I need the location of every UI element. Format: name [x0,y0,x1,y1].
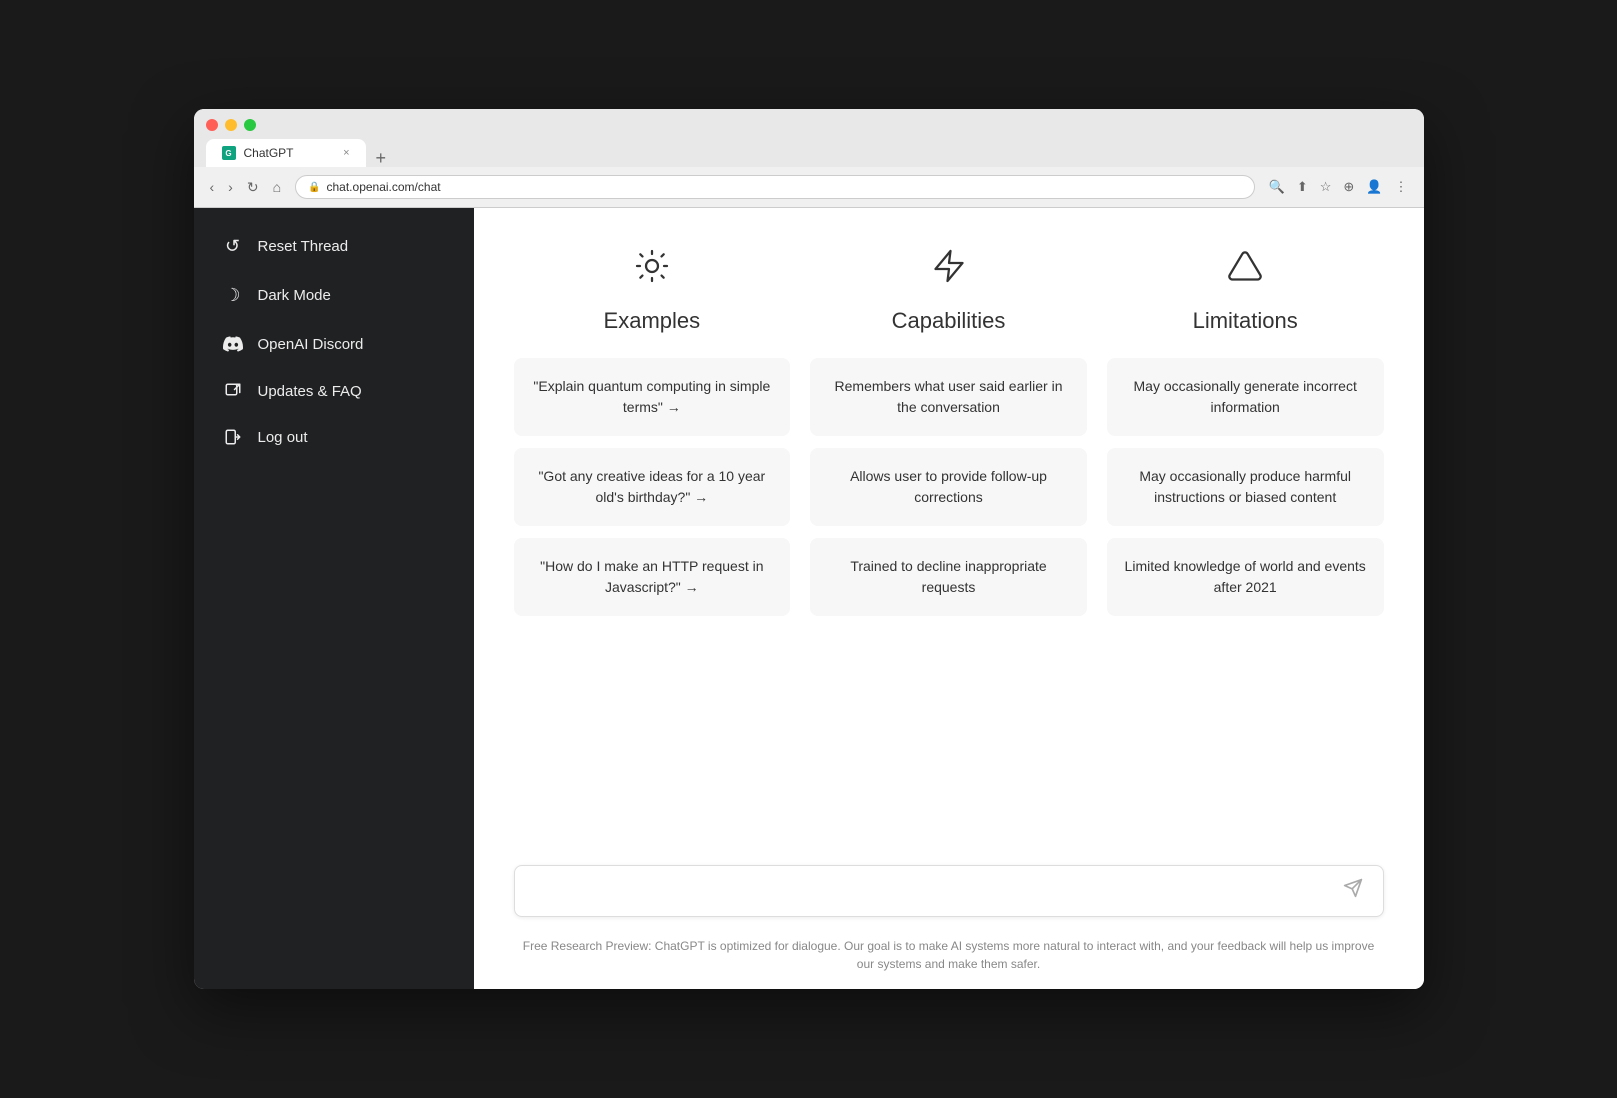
input-area [474,865,1424,927]
footer-text: Free Research Preview: ChatGPT is optimi… [474,927,1424,989]
sidebar-label-discord: OpenAI Discord [258,336,364,353]
profile-button[interactable]: 👤 [1362,177,1386,197]
sidebar-label-logout: Log out [258,429,308,446]
url-bar-container: ‹ › ↻ ⌂ 🔒 chat.openai.com/chat 🔍 ⬆ ☆ ⊕ 👤… [194,167,1424,208]
browser-window: G ChatGPT × + ‹ › ↻ ⌂ 🔒 chat.openai.com/… [194,109,1424,989]
home-button[interactable]: ⌂ [269,177,285,197]
search-button[interactable]: 🔍 [1265,177,1289,197]
discord-icon [222,334,244,354]
sidebar-label-dark-mode: Dark Mode [258,287,331,304]
new-tab-button[interactable]: + [368,149,395,167]
limitation-card-2: May occasionally produce harmful instruc… [1107,448,1384,526]
limitation-card-1: May occasionally generate incorrect info… [1107,358,1384,436]
reset-icon: ↺ [222,236,244,257]
example-card-2[interactable]: "Got any creative ideas for a 10 year ol… [514,448,791,526]
warning-icon [1227,248,1263,292]
moon-icon: ☽ [222,285,244,306]
sidebar-item-dark-mode[interactable]: ☽ Dark Mode [206,273,462,318]
refresh-button[interactable]: ↻ [243,177,263,198]
traffic-lights [206,119,1412,131]
sidebar-item-logout[interactable]: Log out [206,416,462,458]
forward-button[interactable]: › [224,177,237,197]
sidebar: ↺ Reset Thread ☽ Dark Mode OpenAI Discor… [194,208,474,989]
menu-button[interactable]: ⋮ [1391,177,1412,197]
tab-title: ChatGPT [244,146,294,160]
example-card-1[interactable]: "Explain quantum computing in simple ter… [514,358,791,436]
tab-bar: G ChatGPT × + [206,139,1412,167]
extensions-button[interactable]: ⊕ [1339,177,1358,197]
maximize-button[interactable] [244,119,256,131]
sun-icon [634,248,670,292]
capability-card-3: Trained to decline inappropriate request… [810,538,1087,616]
sidebar-item-updates[interactable]: Updates & FAQ [206,370,462,412]
message-input[interactable] [531,882,1339,900]
columns-body: "Explain quantum computing in simple ter… [514,358,1384,616]
active-tab[interactable]: G ChatGPT × [206,139,366,167]
limitations-cards: May occasionally generate incorrect info… [1107,358,1384,616]
close-button[interactable] [206,119,218,131]
columns-header: Examples Capabilities [514,248,1384,334]
external-link-icon [222,382,244,400]
capabilities-column-header: Capabilities [810,248,1087,334]
capabilities-title: Capabilities [892,308,1006,334]
minimize-button[interactable] [225,119,237,131]
sidebar-label-reset: Reset Thread [258,238,349,255]
chat-area: Examples Capabilities [474,208,1424,865]
example-card-3[interactable]: "How do I make an HTTP request in Javasc… [514,538,791,616]
browser-actions: 🔍 ⬆ ☆ ⊕ 👤 ⋮ [1265,177,1412,197]
capability-card-2: Allows user to provide follow-up correct… [810,448,1087,526]
lock-icon: 🔒 [308,182,320,193]
tab-favicon: G [222,146,236,160]
nav-buttons: ‹ › ↻ ⌂ [206,177,286,198]
app-container: ↺ Reset Thread ☽ Dark Mode OpenAI Discor… [194,208,1424,989]
message-input-wrapper [514,865,1384,917]
bookmark-button[interactable]: ☆ [1316,177,1336,197]
tab-close-button[interactable]: × [343,147,349,159]
share-button[interactable]: ⬆ [1293,177,1312,197]
limitation-card-3: Limited knowledge of world and events af… [1107,538,1384,616]
limitations-title: Limitations [1193,308,1298,334]
capability-card-1: Remembers what user said earlier in the … [810,358,1087,436]
lightning-icon [931,248,967,292]
browser-chrome: G ChatGPT × + [194,109,1424,167]
send-button[interactable] [1339,878,1367,904]
logout-icon [222,428,244,446]
examples-column-header: Examples [514,248,791,334]
sidebar-label-updates: Updates & FAQ [258,383,362,400]
url-text: chat.openai.com/chat [327,180,441,194]
examples-cards: "Explain quantum computing in simple ter… [514,358,791,616]
back-button[interactable]: ‹ [206,177,219,197]
capabilities-cards: Remembers what user said earlier in the … [810,358,1087,616]
limitations-column-header: Limitations [1107,248,1384,334]
examples-title: Examples [604,308,701,334]
url-bar[interactable]: 🔒 chat.openai.com/chat [295,175,1255,199]
main-content: Examples Capabilities [474,208,1424,989]
sidebar-item-reset-thread[interactable]: ↺ Reset Thread [206,224,462,269]
sidebar-item-discord[interactable]: OpenAI Discord [206,322,462,366]
